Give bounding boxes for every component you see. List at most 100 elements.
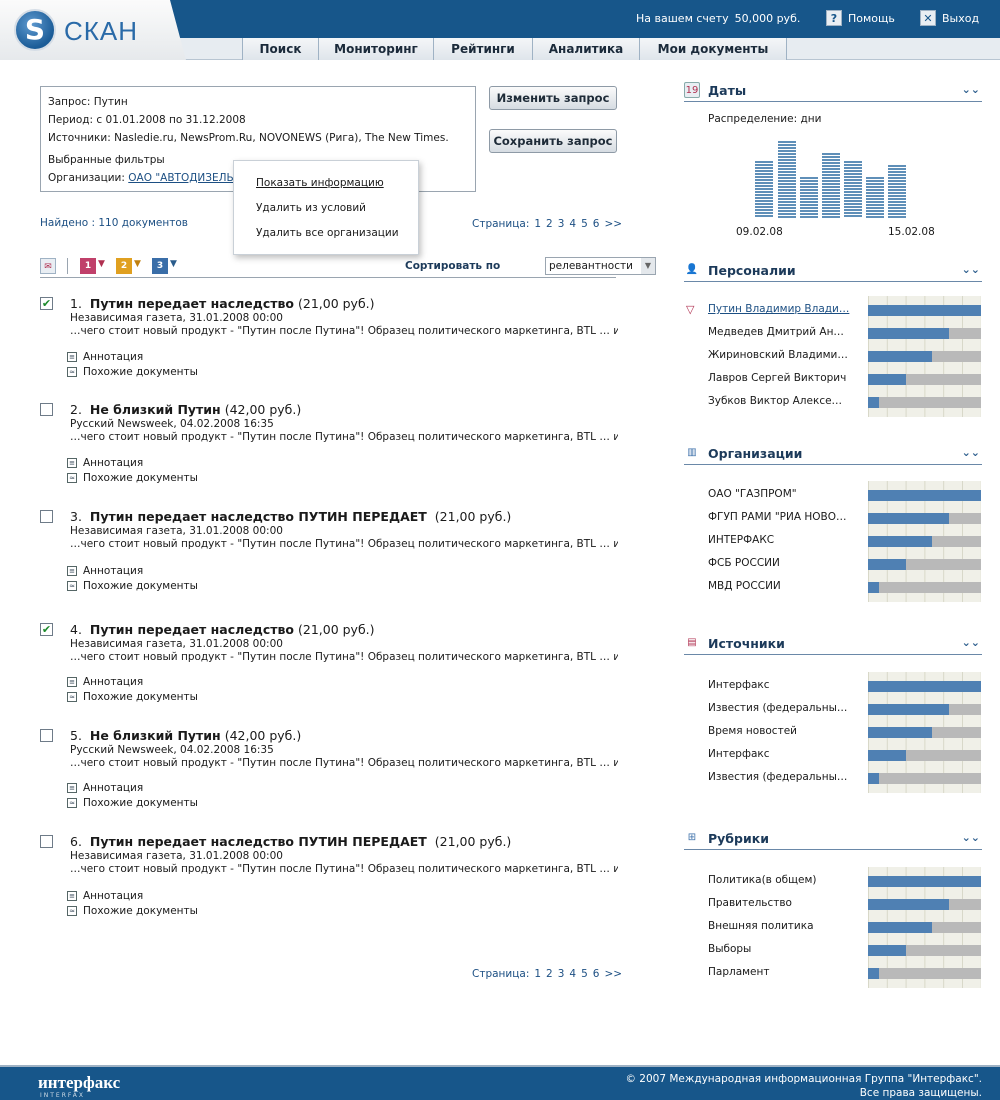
facet-item-label[interactable]: Известия (федеральны… [708,702,847,714]
facet-bar[interactable] [868,876,981,887]
facet-item-label[interactable]: ИНТЕРФАКС [708,534,774,546]
date-bar[interactable] [844,161,862,218]
chevron-down-icon[interactable]: ▼ [134,259,141,269]
nav-item-search[interactable]: Поиск [242,38,318,60]
result-checkbox[interactable]: ✔ [40,297,53,310]
annotation-link[interactable]: ≡ Аннотация [67,676,143,688]
facet-bar[interactable] [868,536,932,547]
result-checkbox[interactable] [40,510,53,523]
facet-item-label[interactable]: Интерфакс [708,679,770,691]
annotation-link[interactable]: ≡ Аннотация [67,890,143,902]
result-checkbox[interactable] [40,403,53,416]
facet-bar[interactable] [868,513,949,524]
facet-bar[interactable] [868,922,932,933]
facet-item-label[interactable]: Выборы [708,943,751,955]
facet-bar[interactable] [868,490,981,501]
facet-item-label[interactable]: Парламент [708,966,770,978]
add-to-folder-2-icon[interactable]: 2 [116,258,132,274]
similar-docs-link[interactable]: ≈ Похожие документы [67,580,198,592]
facet-item-label[interactable]: ОАО "ГАЗПРОМ" [708,488,797,500]
annotation-link[interactable]: ≡ Аннотация [67,457,143,469]
result-checkbox[interactable] [40,729,53,742]
interfax-logo[interactable]: интерфакс [38,1073,120,1093]
similar-docs-link[interactable]: ≈ Похожие документы [67,472,198,484]
facet-item-label[interactable]: Медведев Дмитрий Ан… [708,326,844,338]
facet-bar[interactable] [868,681,981,692]
add-to-folder-1-icon[interactable]: 1 [80,258,96,274]
annotation-link[interactable]: ≡ Аннотация [67,782,143,794]
result-title-link[interactable]: Не близкий Путин [90,728,221,743]
facet-bar[interactable] [868,397,879,408]
collapse-icon[interactable]: ⌄⌄ [962,263,980,276]
facet-item-label[interactable]: Интерфакс [708,748,770,760]
date-bar[interactable] [800,177,818,218]
result-title-link[interactable]: Путин передает наследство ПУТИН ПЕРЕДАЕТ [90,834,427,849]
page-link[interactable]: 5 [581,968,588,980]
page-link[interactable]: 6 [593,968,600,980]
facet-bar[interactable] [868,750,906,761]
facet-item-label[interactable]: Известия (федеральны… [708,771,847,783]
facet-item-label[interactable]: Внешняя политика [708,920,814,932]
facet-item-label[interactable]: Время новостей [708,725,797,737]
collapse-icon[interactable]: ⌄⌄ [962,83,980,96]
facet-bar[interactable] [868,328,949,339]
facet-bar[interactable] [868,968,879,979]
nav-item-my-documents[interactable]: Мои документы [639,38,787,60]
page-link[interactable]: 2 [546,218,553,230]
chevron-down-icon[interactable]: ▼ [170,259,177,269]
page-link[interactable]: 2 [546,968,553,980]
date-bar[interactable] [888,165,906,218]
facet-bar[interactable] [868,773,879,784]
facet-bar[interactable] [868,727,932,738]
logo-area[interactable]: S СКАН [0,0,186,60]
facet-item-label[interactable]: Политика(в общем) [708,874,816,886]
result-title-link[interactable]: Путин передает наследство ПУТИН ПЕРЕДАЕТ [90,509,427,524]
menu-item-show-info[interactable]: Показать информацию [256,171,418,196]
nav-item-ratings[interactable]: Рейтинги [433,38,532,60]
result-title-link[interactable]: Путин передает наследство [90,296,294,311]
page-link[interactable]: 3 [558,968,565,980]
facet-item-label[interactable]: Правительство [708,897,792,909]
menu-item-remove-all-orgs[interactable]: Удалить все организации [256,221,418,246]
facet-bar[interactable] [868,899,949,910]
date-bar[interactable] [866,177,884,218]
facet-bar[interactable] [868,305,981,316]
filter-icon[interactable]: ▽ [686,303,694,316]
annotation-link[interactable]: ≡ Аннотация [67,565,143,577]
collapse-icon[interactable]: ⌄⌄ [962,831,980,844]
similar-docs-link[interactable]: ≈ Похожие документы [67,691,198,703]
annotation-link[interactable]: ≡ Аннотация [67,351,143,363]
facet-bar[interactable] [868,559,906,570]
menu-item-remove-condition[interactable]: Удалить из условий [256,196,418,221]
nav-item-analytics[interactable]: Аналитика [532,38,639,60]
collapse-icon[interactable]: ⌄⌄ [962,446,980,459]
page-next-link[interactable]: >> [604,968,622,980]
facet-bar[interactable] [868,351,932,362]
similar-docs-link[interactable]: ≈ Похожие документы [67,905,198,917]
facet-bar[interactable] [868,374,906,385]
add-to-folder-3-icon[interactable]: 3 [152,258,168,274]
collapse-icon[interactable]: ⌄⌄ [962,636,980,649]
page-link[interactable]: 4 [569,218,576,230]
page-link[interactable]: 1 [534,968,541,980]
org-filter-link[interactable]: ОАО "АВТОДИЗЕЛЬ" [128,172,238,184]
page-next-link[interactable]: >> [604,218,622,230]
facet-item-label[interactable]: МВД РОССИИ [708,580,781,592]
facet-item-label[interactable]: ФГУП РАМИ "РИА НОВО… [708,511,847,523]
similar-docs-link[interactable]: ≈ Похожие документы [67,797,198,809]
change-query-button[interactable]: Изменить запрос [489,86,617,110]
page-link[interactable]: 1 [534,218,541,230]
date-bar[interactable] [755,161,773,218]
save-query-button[interactable]: Сохранить запрос [489,129,617,153]
help-link[interactable]: ? Помощь [826,10,895,26]
similar-docs-link[interactable]: ≈ Похожие документы [67,366,198,378]
date-bar[interactable] [822,153,840,218]
page-link[interactable]: 3 [558,218,565,230]
chevron-down-icon[interactable]: ▼ [98,259,105,269]
page-link[interactable]: 5 [581,218,588,230]
page-link[interactable]: 6 [593,218,600,230]
page-link[interactable]: 4 [569,968,576,980]
facet-item-label[interactable]: Зубков Виктор Алексе… [708,395,842,407]
facet-item-label[interactable]: Жириновский Владими… [708,349,848,361]
facet-bar[interactable] [868,945,906,956]
